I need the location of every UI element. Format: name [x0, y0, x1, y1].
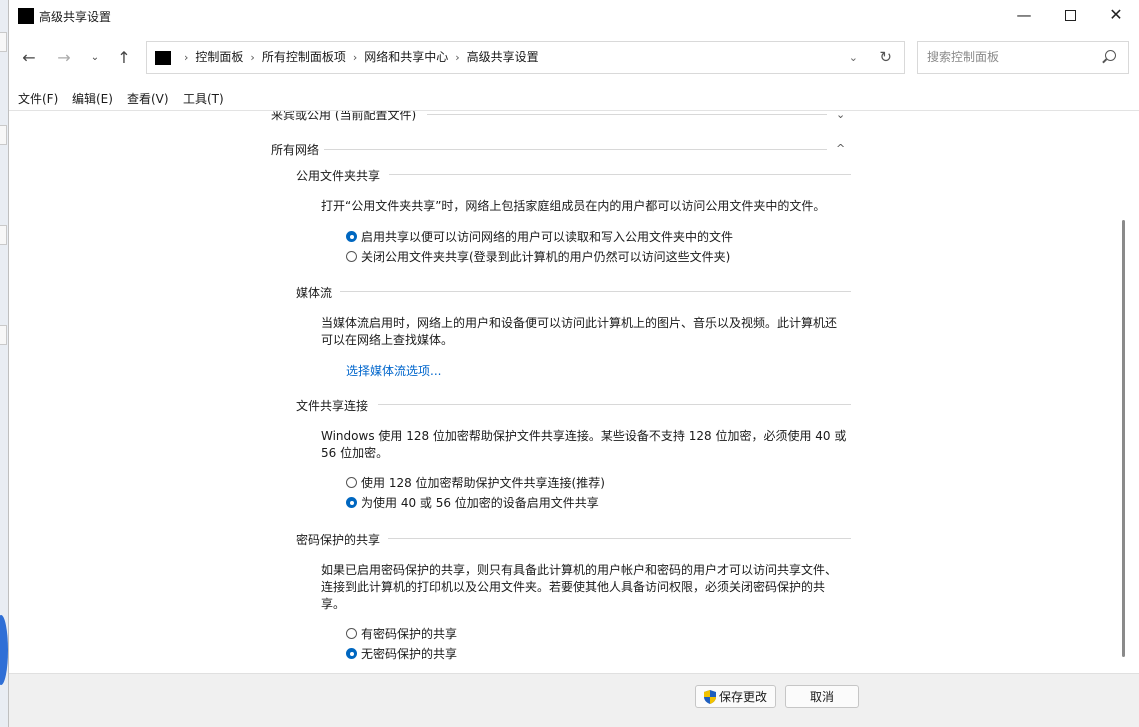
password-description-line3: 享。 [321, 597, 346, 611]
password-description-line2: 连接到此计算机的打印机以及公用文件夹。若要使其他人具备访问权限，必须关闭密码保护… [321, 580, 826, 594]
menu-view[interactable]: 查看(V) [127, 90, 169, 107]
public-folder-title: 公用文件夹共享 [296, 169, 381, 183]
recent-locations-button[interactable]: ⌄ [83, 46, 107, 70]
radio-label[interactable]: 使用 128 位加密帮助保护文件共享连接(推荐) [361, 474, 605, 491]
radio-unchecked-icon [346, 251, 357, 262]
background-window-edge [0, 325, 7, 345]
radio-128bit-encryption[interactable]: 使用 128 位加密帮助保护文件共享连接(推荐) [346, 474, 605, 491]
radio-label[interactable]: 无密码保护的共享 [361, 645, 457, 662]
subsection-divider [389, 174, 851, 175]
breadcrumb-advanced-sharing[interactable]: 高级共享设置 [467, 50, 539, 64]
radio-checked-icon [346, 231, 357, 242]
radio-password-protected[interactable]: 有密码保护的共享 [346, 625, 457, 642]
section-divider [324, 149, 827, 150]
radio-label[interactable]: 有密码保护的共享 [361, 625, 457, 642]
radio-40-56bit-encryption[interactable]: 为使用 40 或 56 位加密的设备启用文件共享 [346, 494, 599, 511]
password-sharing-title: 密码保护的共享 [296, 533, 381, 547]
save-label: 保存更改 [718, 690, 767, 704]
control-panel-icon [18, 8, 34, 24]
radio-checked-icon [346, 497, 357, 508]
subsection-divider [340, 291, 851, 292]
menu-bar: 文件(F) 编辑(E) 查看(V) 工具(T) [9, 88, 1139, 111]
address-dropdown-button[interactable]: ⌄ [849, 42, 858, 73]
search-icon[interactable] [1105, 50, 1116, 61]
radio-no-password-protection[interactable]: 无密码保护的共享 [346, 645, 457, 662]
breadcrumb-network-center[interactable]: 网络和共享中心 [364, 50, 448, 64]
public-folder-description: 打开“公用文件夹共享”时，网络上包括家庭组成员在内的用户都可以访问公用文件夹中的… [321, 199, 826, 213]
chevron-right-icon[interactable]: › [250, 51, 254, 64]
chevron-up-icon[interactable]: ^ [836, 142, 845, 155]
advanced-sharing-window: 高级共享设置 — ✕ ← → ⌄ ↑ › 控制面板 › 所有控制面板项 › 网络和共享中心… [8, 0, 1139, 727]
radio-unchecked-icon [346, 628, 357, 639]
chevron-down-icon[interactable]: ⌄ [836, 111, 845, 121]
guest-public-section-title[interactable]: 来宾或公用 (当前配置文件) [271, 111, 416, 123]
save-changes-button[interactable]: 保存更改 [695, 685, 776, 708]
radio-label[interactable]: 关闭公用文件夹共享(登录到此计算机的用户仍然可以访问这些文件夹) [361, 248, 730, 265]
cancel-button[interactable]: 取消 [785, 685, 859, 708]
title-bar[interactable]: 高级共享设置 — ✕ [9, 0, 1139, 32]
media-streaming-options-link[interactable]: 选择媒体流选项... [346, 362, 441, 379]
search-placeholder: 搜索控制面板 [927, 50, 1000, 64]
breadcrumb-all-items[interactable]: 所有控制面板项 [262, 50, 346, 64]
section-divider [427, 114, 827, 115]
wallpaper-swirl [0, 615, 8, 685]
background-window-edge [0, 32, 7, 52]
maximize-icon [1064, 10, 1076, 21]
scrollbar-thumb[interactable] [1122, 220, 1125, 657]
chevron-right-icon[interactable]: › [353, 51, 357, 64]
maximize-button[interactable] [1047, 0, 1093, 30]
desktop-background-strip [0, 0, 8, 727]
menu-file[interactable]: 文件(F) [18, 90, 58, 107]
radio-label[interactable]: 启用共享以便可以访问网络的用户可以读取和写入公用文件夹中的文件 [361, 228, 733, 245]
chevron-right-icon: › [184, 51, 189, 64]
forward-button[interactable]: → [52, 46, 76, 70]
refresh-button[interactable]: ↻ [879, 42, 892, 73]
uac-shield-icon [703, 689, 716, 704]
menu-edit[interactable]: 编辑(E) [72, 90, 113, 107]
control-panel-icon [155, 51, 171, 65]
menu-tools[interactable]: 工具(T) [183, 90, 224, 107]
media-streaming-title: 媒体流 [296, 286, 333, 300]
back-button[interactable]: ← [17, 46, 41, 70]
close-button[interactable]: ✕ [1093, 0, 1139, 30]
file-sharing-description-line1: Windows 使用 128 位加密帮助保护文件共享连接。某些设备不支持 128… [321, 429, 847, 443]
background-window-edge [0, 225, 7, 245]
chevron-right-icon[interactable]: › [455, 51, 459, 64]
radio-disable-public-sharing[interactable]: 关闭公用文件夹共享(登录到此计算机的用户仍然可以访问这些文件夹) [346, 248, 730, 265]
minimize-button[interactable]: — [1001, 0, 1047, 30]
file-sharing-title: 文件共享连接 [296, 399, 369, 413]
radio-label[interactable]: 为使用 40 或 56 位加密的设备启用文件共享 [361, 494, 599, 511]
radio-checked-icon [346, 648, 357, 659]
media-description-line1: 当媒体流启用时，网络上的用户和设备便可以访问此计算机上的图片、音乐以及视频。此计… [321, 316, 838, 330]
password-description-line1: 如果已启用密码保护的共享，则只有具备此计算机的用户帐户和密码的用户才可以访问共享… [321, 563, 838, 577]
settings-content: 来宾或公用 (当前配置文件) ⌄ 所有网络 ^ 公用文件夹共享 打开“公用文件夹… [9, 111, 1115, 673]
all-networks-section-title[interactable]: 所有网络 [271, 141, 319, 158]
radio-unchecked-icon [346, 477, 357, 488]
up-button[interactable]: ↑ [112, 46, 136, 70]
address-bar[interactable]: › 控制面板 › 所有控制面板项 › 网络和共享中心 › 高级共享设置 ⌄ ↻ [146, 41, 905, 74]
breadcrumb: › 控制面板 › 所有控制面板项 › 网络和共享中心 › 高级共享设置 [177, 42, 539, 73]
button-bar: 保存更改 取消 [9, 673, 1139, 727]
subsection-divider [378, 404, 851, 405]
breadcrumb-control-panel[interactable]: 控制面板 [195, 50, 243, 64]
window-title: 高级共享设置 [39, 10, 112, 24]
background-window-edge [0, 125, 7, 145]
file-sharing-description-line2: 56 位加密。 [321, 446, 389, 460]
media-description-line2: 可以在网络上查找媒体。 [321, 333, 454, 347]
radio-enable-public-sharing[interactable]: 启用共享以便可以访问网络的用户可以读取和写入公用文件夹中的文件 [346, 228, 733, 245]
subsection-divider [388, 538, 851, 539]
search-input[interactable]: 搜索控制面板 [917, 41, 1129, 74]
